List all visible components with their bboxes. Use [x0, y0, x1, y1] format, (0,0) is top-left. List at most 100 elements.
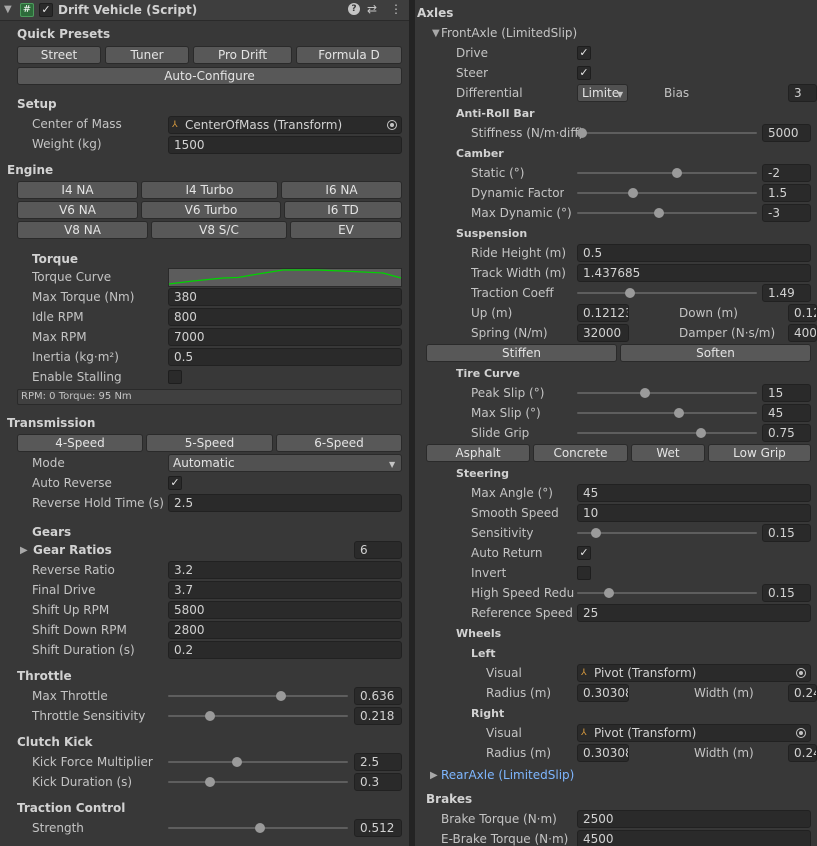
max-dynamic-slider-thumb[interactable] [653, 208, 664, 218]
reverse-hold-field[interactable]: 2.5 [168, 494, 402, 512]
max-dynamic-field[interactable]: -3 [762, 204, 811, 222]
idle-rpm-field[interactable]: 800 [168, 308, 402, 326]
reverse-ratio-field[interactable]: 3.2 [168, 561, 402, 579]
rear-axle-foldout-icon[interactable]: ▶ [430, 770, 438, 781]
engine-v6-na-button[interactable]: V6 NA [17, 201, 138, 219]
tc-strength-slider-thumb[interactable] [255, 823, 266, 833]
camber-static-slider-thumb[interactable] [672, 168, 683, 178]
engine-i6-td-button[interactable]: I6 TD [284, 201, 402, 219]
kick-duration-slider[interactable] [168, 781, 348, 783]
soften-button[interactable]: Soften [620, 344, 811, 362]
front-axle-label[interactable]: FrontAxle (LimitedSlip) [441, 26, 577, 40]
more-options-icon[interactable]: ⋮ [390, 2, 402, 16]
stiffen-button[interactable]: Stiffen [426, 344, 617, 362]
throttle-sensitivity-slider-thumb[interactable] [205, 711, 216, 721]
smooth-speed-field[interactable]: 10 [577, 504, 811, 522]
camber-static-field[interactable]: -2 [762, 164, 811, 182]
traction-coeff-slider-thumb[interactable] [624, 288, 635, 298]
gearbox-5-speed-button[interactable]: 5-Speed [146, 434, 273, 452]
right-visual-picker-icon[interactable] [796, 728, 806, 738]
camber-static-slider[interactable] [577, 172, 757, 174]
damper-field[interactable]: 4000 [788, 324, 817, 342]
high-speed-reduction-slider-thumb[interactable] [604, 588, 615, 598]
center-of-mass-field[interactable]: CenterOfMass (Transform) [168, 116, 402, 134]
invert-checkbox[interactable] [577, 566, 591, 580]
arb-stiffness-slider-thumb[interactable] [577, 128, 587, 138]
peak-slip-slider-thumb[interactable] [639, 388, 650, 398]
steer-sensitivity-slider-thumb[interactable] [590, 528, 601, 538]
max-throttle-slider[interactable] [168, 695, 348, 697]
tire-wet-button[interactable]: Wet [631, 444, 705, 462]
gear-ratios-foldout-icon[interactable]: ▶ [20, 545, 28, 556]
traction-coeff-field[interactable]: 1.49 [762, 284, 811, 302]
right-width-field[interactable]: 0.243 [788, 744, 817, 762]
auto-reverse-checkbox[interactable]: ✓ [168, 476, 182, 490]
max-dynamic-slider[interactable] [577, 212, 757, 214]
left-width-field[interactable]: 0.243 [788, 684, 817, 702]
steer-sensitivity-field[interactable]: 0.15 [762, 524, 811, 542]
engine-ev-button[interactable]: EV [290, 221, 402, 239]
preset-street-button[interactable]: Street [17, 46, 101, 64]
engine-i4-turbo-button[interactable]: I4 Turbo [141, 181, 278, 199]
high-speed-reduction-field[interactable]: 0.15 [762, 584, 811, 602]
engine-i6-na-button[interactable]: I6 NA [281, 181, 402, 199]
tc-strength-field[interactable]: 0.512 [354, 819, 402, 837]
kick-duration-slider-thumb[interactable] [205, 777, 216, 787]
max-throttle-field[interactable]: 0.636 [354, 687, 402, 705]
engine-i4-na-button[interactable]: I4 NA [17, 181, 138, 199]
slide-grip-field[interactable]: 0.75 [762, 424, 811, 442]
bias-field[interactable]: 3 [788, 84, 817, 102]
peak-slip-field[interactable]: 15 [762, 384, 811, 402]
down-field[interactable]: 0.121 [788, 304, 817, 322]
kick-duration-field[interactable]: 0.3 [354, 773, 402, 791]
left-visual-field[interactable]: Pivot (Transform) [577, 664, 811, 682]
traction-coeff-slider[interactable] [577, 292, 757, 294]
object-picker-icon[interactable] [387, 120, 397, 130]
preset-pro-drift-button[interactable]: Pro Drift [193, 46, 292, 64]
foldout-icon[interactable]: ▼ [4, 4, 12, 15]
tire-low-grip-button[interactable]: Low Grip [708, 444, 811, 462]
enable-stalling-checkbox[interactable] [168, 370, 182, 384]
engine-v8-sc-button[interactable]: V8 S/C [151, 221, 287, 239]
slide-grip-slider-thumb[interactable] [696, 428, 706, 438]
ebrake-torque-field[interactable]: 4500 [577, 830, 811, 846]
dynamic-factor-field[interactable]: 1.5 [762, 184, 811, 202]
preset-tuner-button[interactable]: Tuner [105, 46, 189, 64]
max-throttle-slider-thumb[interactable] [276, 691, 287, 701]
final-drive-field[interactable]: 3.7 [168, 581, 402, 599]
max-slip-slider-thumb[interactable] [673, 408, 684, 418]
brake-torque-field[interactable]: 2500 [577, 810, 811, 828]
steer-sensitivity-slider[interactable] [577, 532, 757, 534]
steer-checkbox[interactable]: ✓ [577, 66, 591, 80]
track-width-field[interactable]: 1.437685 [577, 264, 811, 282]
front-axle-foldout-icon[interactable]: ▼ [432, 28, 440, 39]
tire-asphalt-button[interactable]: Asphalt [426, 444, 530, 462]
max-slip-slider[interactable] [577, 412, 757, 414]
shift-up-rpm-field[interactable]: 5800 [168, 601, 402, 619]
peak-slip-slider[interactable] [577, 392, 757, 394]
reference-speed-field[interactable]: 25 [577, 604, 811, 622]
kick-force-slider[interactable] [168, 761, 348, 763]
engine-v6-turbo-button[interactable]: V6 Turbo [141, 201, 281, 219]
dynamic-factor-slider[interactable] [577, 192, 757, 194]
weight-field[interactable]: 1500 [168, 136, 402, 154]
ride-height-field[interactable]: 0.5 [577, 244, 811, 262]
shift-duration-field[interactable]: 0.2 [168, 641, 402, 659]
component-enabled-checkbox[interactable]: ✓ [39, 3, 53, 17]
drive-checkbox[interactable]: ✓ [577, 46, 591, 60]
max-torque-field[interactable]: 380 [168, 288, 402, 306]
gearbox-4-speed-button[interactable]: 4-Speed [17, 434, 143, 452]
arb-stiffness-field[interactable]: 5000 [762, 124, 811, 142]
gearbox-6-speed-button[interactable]: 6-Speed [276, 434, 402, 452]
max-slip-field[interactable]: 45 [762, 404, 811, 422]
torque-curve-field[interactable] [168, 268, 402, 287]
mode-dropdown[interactable]: Automatic [168, 454, 402, 472]
gear-ratios-count-field[interactable]: 6 [354, 541, 402, 559]
max-rpm-field[interactable]: 7000 [168, 328, 402, 346]
max-angle-field[interactable]: 45 [577, 484, 811, 502]
help-icon[interactable]: ? [348, 3, 360, 15]
throttle-sensitivity-field[interactable]: 0.218 [354, 707, 402, 725]
auto-return-checkbox[interactable]: ✓ [577, 546, 591, 560]
inertia-field[interactable]: 0.5 [168, 348, 402, 366]
tire-concrete-button[interactable]: Concrete [533, 444, 628, 462]
